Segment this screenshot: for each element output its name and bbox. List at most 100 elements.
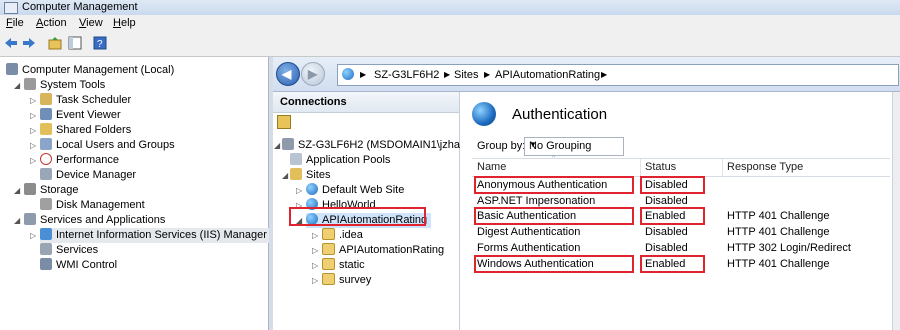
expand-triangle-icon[interactable]: ▷ xyxy=(312,228,320,243)
up-folder-icon[interactable] xyxy=(48,36,62,50)
tree-item-label: Internet Information Services (IIS) Mana… xyxy=(56,229,267,241)
folder-icon xyxy=(322,243,335,255)
column-divider[interactable] xyxy=(640,159,641,176)
tree-item-label: WMI Control xyxy=(56,259,118,271)
conn-tree-default-web-site[interactable]: Default Web Site xyxy=(306,183,404,198)
tree-item-storage[interactable]: Storage xyxy=(24,183,79,198)
connections-title: Connections xyxy=(280,96,347,108)
show-hide-console-tree-icon[interactable] xyxy=(68,36,82,50)
menu-action[interactable]: Action xyxy=(36,17,67,29)
tree-item-label: System Tools xyxy=(40,79,106,91)
application-pools-icon xyxy=(290,153,302,165)
users-icon xyxy=(40,138,52,150)
conn-tree-static[interactable]: static xyxy=(322,258,365,273)
conn-tree-survey[interactable]: survey xyxy=(322,273,371,288)
folder-icon xyxy=(322,273,335,285)
svg-text:?: ? xyxy=(97,39,103,50)
sort-chevron-icon: ^ xyxy=(552,155,556,162)
back-button[interactable]: ◀ xyxy=(276,62,300,86)
chevron-right-icon[interactable]: ▶ xyxy=(444,70,450,79)
conn-tree-app-pools[interactable]: Application Pools xyxy=(290,153,390,168)
forward-button[interactable]: ▶ xyxy=(301,62,325,86)
tree-item-wmi-control[interactable]: WMI Control xyxy=(40,258,117,273)
create-connection-icon[interactable] xyxy=(277,115,291,129)
tree-item-label: Shared Folders xyxy=(56,124,132,136)
expand-triangle-icon[interactable]: ▷ xyxy=(30,108,38,123)
tree-item-shared-folders[interactable]: Shared Folders xyxy=(40,123,131,138)
tree-item-performance[interactable]: Performance xyxy=(40,153,119,168)
back-arrow-icon[interactable] xyxy=(4,36,18,50)
forward-arrow-icon[interactable] xyxy=(22,36,36,50)
expand-triangle-icon[interactable]: ▷ xyxy=(296,183,304,198)
tree-item-local-users-groups[interactable]: Local Users and Groups xyxy=(40,138,175,153)
conn-tree-label: SZ-G3LF6H2 (MSDOMAIN1\jzhang6) xyxy=(298,139,482,151)
column-header-response-type[interactable]: Response Type xyxy=(727,161,803,173)
expand-triangle-icon[interactable]: ▷ xyxy=(30,153,38,168)
menu-view[interactable]: View xyxy=(79,17,103,29)
iis-icon xyxy=(40,228,52,240)
expand-triangle-icon[interactable]: ▷ xyxy=(30,93,38,108)
expand-triangle-icon[interactable]: ▷ xyxy=(30,123,38,138)
expand-triangle-icon[interactable]: ▷ xyxy=(312,243,320,258)
group-by-select[interactable]: No Grouping ▼ xyxy=(524,137,624,156)
tools-icon xyxy=(24,78,36,90)
chevron-right-icon[interactable]: ▶ xyxy=(484,70,490,79)
conn-tree-server[interactable]: SZ-G3LF6H2 (MSDOMAIN1\jzhang6) xyxy=(282,138,482,153)
connections-toolbar xyxy=(273,112,459,132)
tree-item-services-applications[interactable]: Services and Applications xyxy=(24,213,165,228)
authentication-globe-icon xyxy=(472,102,496,126)
collapse-triangle-icon[interactable]: ◢ xyxy=(274,138,282,153)
tree-item-disk-management[interactable]: Disk Management xyxy=(40,198,145,213)
row-name[interactable]: Digest Authentication xyxy=(477,225,580,240)
tree-item-system-tools[interactable]: System Tools xyxy=(24,78,105,93)
tree-item-device-manager[interactable]: Device Manager xyxy=(40,168,136,183)
expand-triangle-icon[interactable]: ▷ xyxy=(312,258,320,273)
folder-icon xyxy=(322,258,335,270)
conn-tree-label: Sites xyxy=(306,169,331,181)
column-header-status[interactable]: Status xyxy=(645,161,676,173)
conn-tree-label: .idea xyxy=(339,229,363,241)
address-bar[interactable]: ▶ SZ-G3LF6H2 ▶ Sites ▶ APIAutomationRati… xyxy=(337,64,899,86)
chevron-right-icon[interactable]: ▶ xyxy=(360,70,366,79)
services-gear-icon xyxy=(40,243,52,255)
column-divider[interactable] xyxy=(722,159,723,176)
conn-tree-apiautomationrating-folder[interactable]: APIAutomationRating xyxy=(322,243,444,258)
expand-triangle-icon[interactable]: ▷ xyxy=(30,138,38,153)
chevron-right-icon[interactable]: ▶ xyxy=(601,70,607,79)
tree-item-label: Storage xyxy=(40,184,79,196)
tree-item-task-scheduler[interactable]: Task Scheduler xyxy=(40,93,131,108)
column-header-name[interactable]: Name xyxy=(477,161,506,173)
tree-item-label: Device Manager xyxy=(56,169,137,181)
collapse-triangle-icon[interactable]: ◢ xyxy=(14,78,22,93)
tree-item-label: Services and Applications xyxy=(40,214,166,226)
highlight-box xyxy=(640,176,705,194)
menu-help[interactable]: Help xyxy=(113,17,136,29)
vertical-scrollbar[interactable] xyxy=(892,92,900,330)
tree-item-event-viewer[interactable]: Event Viewer xyxy=(40,108,121,123)
tree-item-iis-manager[interactable]: Internet Information Services (IIS) Mana… xyxy=(40,228,273,243)
collapse-triangle-icon[interactable]: ◢ xyxy=(14,213,22,228)
tree-item-computer-management[interactable]: Computer Management (Local) xyxy=(6,63,174,78)
collapse-triangle-icon[interactable]: ◢ xyxy=(14,183,22,198)
expand-triangle-icon[interactable]: ▷ xyxy=(30,228,38,243)
row-name[interactable]: Forms Authentication xyxy=(477,241,580,256)
breadcrumb-site[interactable]: APIAutomationRating xyxy=(495,69,600,81)
breadcrumb-sites[interactable]: Sites xyxy=(454,69,478,81)
globe-icon xyxy=(342,68,354,80)
conn-tree-label: survey xyxy=(339,274,372,286)
collapse-triangle-icon[interactable]: ◢ xyxy=(282,168,290,183)
breadcrumb-server[interactable]: SZ-G3LF6H2 xyxy=(374,69,439,81)
help-icon[interactable]: ? xyxy=(93,36,107,50)
clock-icon xyxy=(40,93,52,105)
menu-file[interactable]: File xyxy=(6,17,24,29)
conn-tree-label: static xyxy=(339,259,365,271)
highlight-box xyxy=(474,207,634,225)
tree-item-services[interactable]: Services xyxy=(40,243,98,258)
conn-tree-idea[interactable]: .idea xyxy=(322,228,363,243)
toolbar: ? xyxy=(0,31,900,57)
computer-management-icon xyxy=(6,63,18,75)
iis-navigation-bar: ◀ ▶ ▶ SZ-G3LF6H2 ▶ Sites ▶ APIAutomation… xyxy=(273,57,900,92)
expand-triangle-icon[interactable]: ▷ xyxy=(312,273,320,288)
conn-tree-sites[interactable]: Sites xyxy=(290,168,330,183)
highlight-box xyxy=(640,255,705,273)
